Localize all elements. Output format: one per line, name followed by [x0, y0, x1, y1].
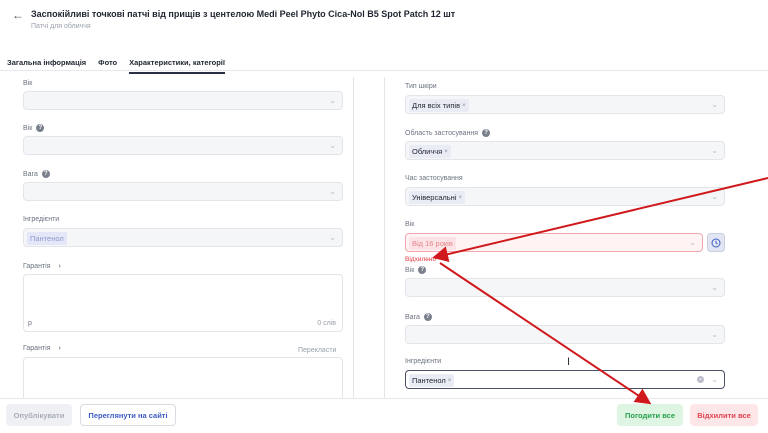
help-icon[interactable]: ?	[423, 313, 432, 321]
rejected-text: Відхилено	[405, 256, 437, 263]
warranty-text: р	[28, 320, 32, 327]
application-select[interactable]: Обличчя × ⌄	[405, 141, 725, 160]
chevron-down-icon: ⌄	[329, 187, 336, 196]
reject-all-button[interactable]: Відхилити все	[690, 404, 758, 426]
chevron-down-icon: ⌄	[711, 146, 718, 155]
warranty2-textarea[interactable]	[23, 357, 343, 398]
ingredients-label: Інгредієнти	[23, 216, 60, 223]
history-button[interactable]	[707, 233, 725, 252]
time-chip: Універсальні ×	[409, 191, 466, 204]
page-subtitle: Патчі для обличчя	[31, 23, 91, 30]
approve-all-button[interactable]: Погодити все	[617, 404, 683, 426]
expand-icon[interactable]: ›	[59, 263, 61, 270]
right-panel: Тип шкіри Для всіх типів × ⌄ Область заст…	[384, 77, 731, 398]
ingredient-chip: Пантенол	[27, 232, 67, 245]
tab-general-info[interactable]: Загальна інформація	[7, 58, 86, 74]
chevron-down-icon: ⌄	[329, 233, 336, 242]
weight-label-right: Вага?	[405, 313, 432, 321]
tab-characteristics[interactable]: Характеристики, категорії	[129, 58, 225, 74]
help-icon[interactable]: ?	[41, 170, 50, 178]
chevron-down-icon: ⌄	[711, 330, 718, 339]
age-label-right: Вік	[405, 221, 415, 228]
help-icon[interactable]: ?	[418, 266, 427, 274]
warranty2-label: Гарантія ›	[23, 345, 61, 352]
remove-icon[interactable]: ×	[459, 195, 463, 201]
translate-link[interactable]: Перекласти	[298, 347, 336, 354]
warranty-label: Гарантія ›	[23, 263, 61, 270]
expand-icon[interactable]: ›	[59, 345, 61, 352]
time-select[interactable]: Універсальні × ⌄	[405, 187, 725, 206]
chevron-down-icon: ⌄	[711, 192, 718, 201]
remove-icon[interactable]: ×	[462, 103, 466, 109]
time-label: Час застосування	[405, 175, 463, 182]
chevron-down-icon: ⌄	[711, 283, 718, 292]
age2-label-right: Вік?	[405, 266, 427, 274]
ingredients-select[interactable]: Пантенол ⌄	[23, 228, 343, 247]
footer-divider	[0, 398, 768, 399]
help-icon[interactable]: ?	[482, 129, 491, 137]
chevron-down-icon: ⌄	[689, 238, 696, 247]
age-label: Вік	[23, 80, 33, 87]
skin-type-chip: Для всіх типів ×	[409, 99, 469, 112]
skin-type-select[interactable]: Для всіх типів × ⌄	[405, 95, 725, 114]
application-chip: Обличчя ×	[409, 145, 451, 158]
age-select-rejected[interactable]: Від 16 років ⌄	[405, 233, 703, 252]
chevron-down-icon: ⌄	[329, 96, 336, 105]
age2-select-right[interactable]: ⌄	[405, 278, 725, 297]
application-label: Область застосування?	[405, 129, 491, 137]
left-panel: Вік ⌄ Вік? ⌄ Вага? ⌄ Інгредієнти Пантено…	[13, 77, 354, 398]
word-count: 0 слів	[317, 320, 336, 327]
weight-label: Вага?	[23, 170, 50, 178]
back-arrow-icon[interactable]: ←	[12, 8, 24, 22]
chevron-down-icon: ⌄	[329, 141, 336, 150]
ingredients-label-right: Інгредієнти	[405, 358, 442, 365]
weight-select-right[interactable]: ⌄	[405, 325, 725, 344]
publish-button[interactable]: Опублікувати	[6, 404, 72, 426]
ingredient-chip-right: Пантенол ×	[409, 374, 455, 387]
tab-photo[interactable]: Фото	[98, 58, 117, 74]
page-header: ← Заспокійливі точкові патчі від прищів …	[0, 0, 768, 40]
weight-select[interactable]: ⌄	[23, 182, 343, 201]
view-on-site-button[interactable]: Переглянути на сайті	[80, 404, 176, 426]
chevron-down-icon: ⌄	[711, 375, 718, 384]
tabs-divider	[0, 70, 768, 71]
chevron-down-icon: ⌄	[711, 100, 718, 109]
age2-label: Вік?	[23, 124, 45, 132]
clear-icon[interactable]: ×	[697, 376, 704, 383]
remove-icon[interactable]: ×	[448, 378, 452, 384]
page-title: Заспокійливі точкові патчі від прищів з …	[31, 9, 456, 19]
age2-select[interactable]: ⌄	[23, 136, 343, 155]
skin-type-label: Тип шкіри	[405, 83, 437, 90]
age-chip: Від 16 років	[409, 237, 456, 250]
tab-bar: Загальна інформація Фото Характеристики,…	[7, 58, 225, 74]
age-select[interactable]: ⌄	[23, 91, 343, 110]
clock-icon	[711, 238, 721, 247]
text-cursor-icon: I	[567, 356, 571, 368]
warranty-textarea[interactable]: р 0 слів	[23, 274, 343, 332]
help-icon[interactable]: ?	[36, 124, 45, 132]
ingredients-select-right[interactable]: Пантенол × × ⌄	[405, 370, 725, 389]
remove-icon[interactable]: ×	[444, 149, 448, 155]
